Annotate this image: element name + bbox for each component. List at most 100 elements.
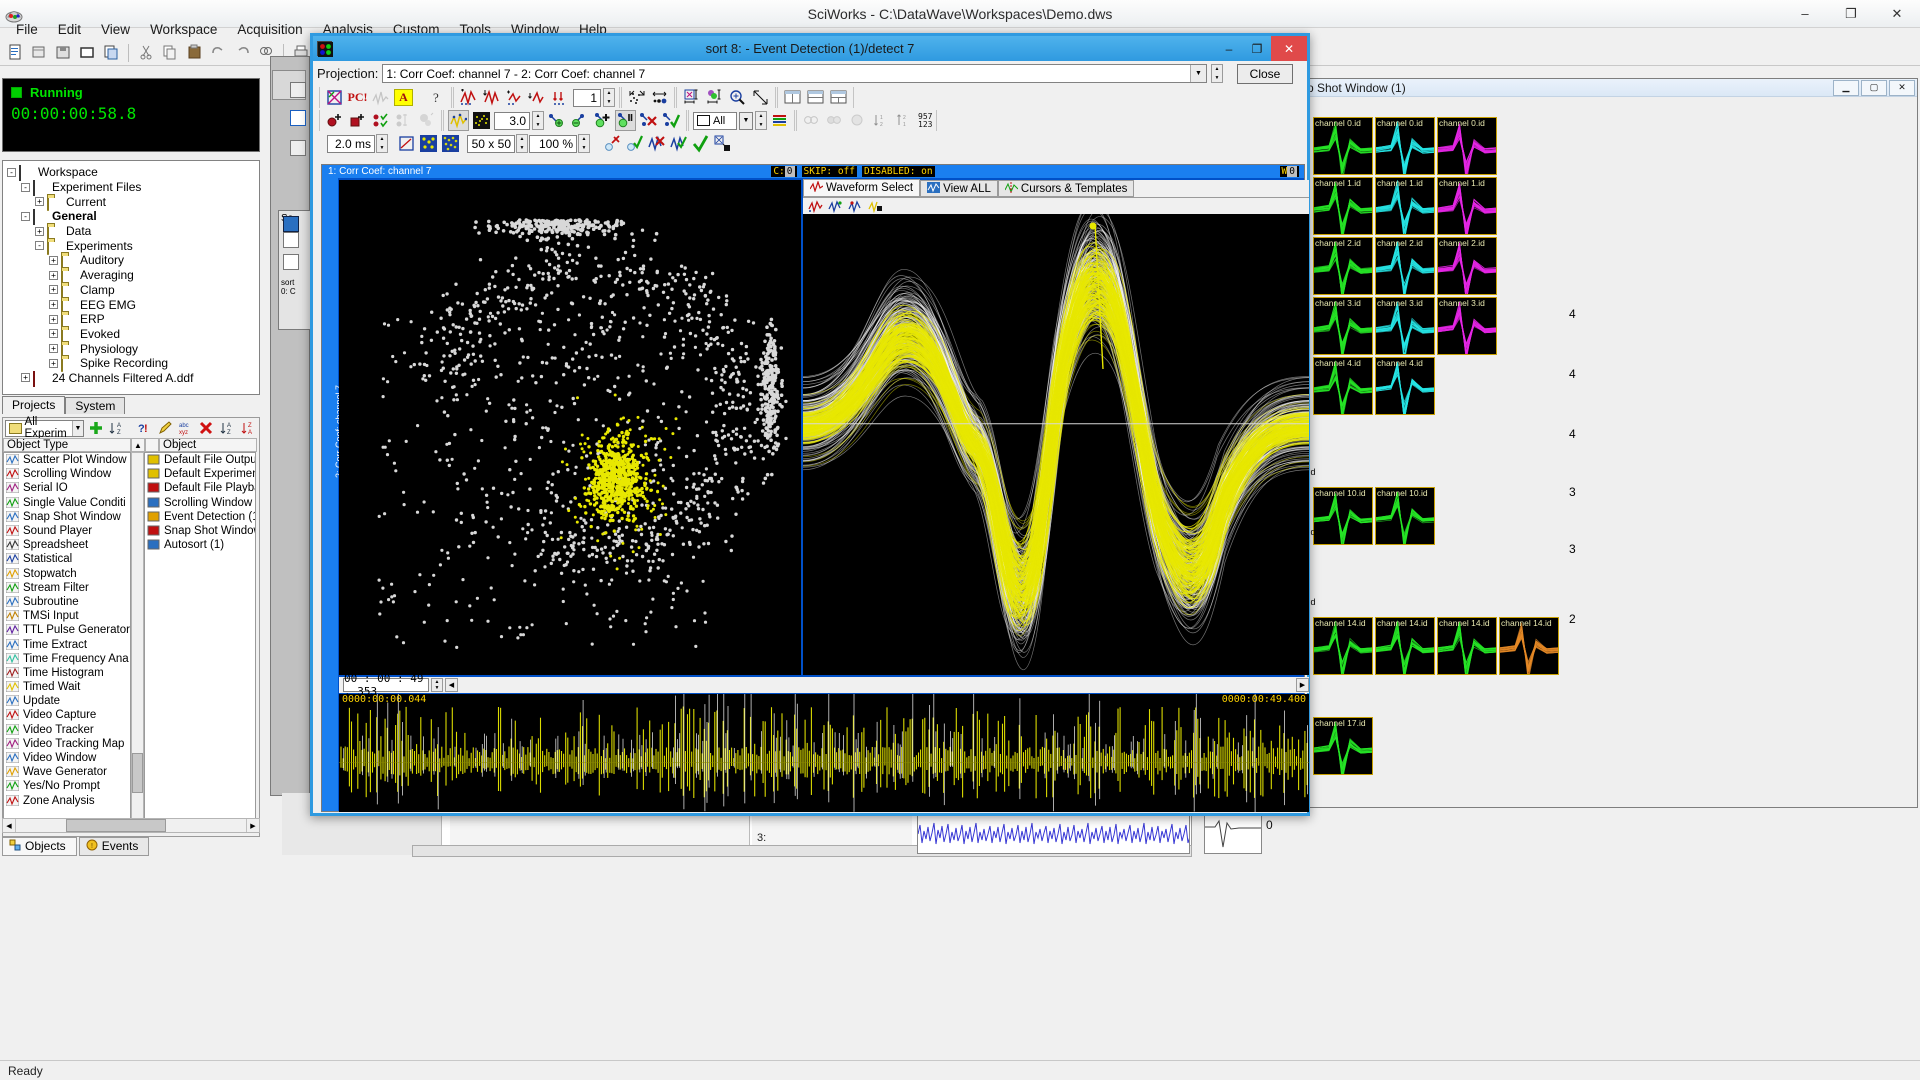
object-type-row[interactable]: Video Window — [4, 751, 130, 765]
copy-window-icon[interactable] — [100, 42, 122, 64]
check-icon[interactable] — [690, 133, 711, 154]
tree-node[interactable]: + EEG EMG — [7, 297, 259, 314]
object-type-list[interactable]: Scatter Plot Window Scrolling Window Seria… — [3, 452, 131, 830]
scatter-width-icon[interactable] — [649, 87, 670, 108]
object-type-row[interactable]: Scatter Plot Window — [4, 453, 130, 467]
add-square-icon[interactable] — [347, 110, 368, 131]
snapshot-cell[interactable]: channel 1.id — [1375, 177, 1435, 235]
wave-tool-export-icon[interactable] — [867, 199, 884, 214]
layout1-icon[interactable] — [782, 87, 803, 108]
open-file-icon[interactable] — [28, 42, 50, 64]
pc-matrix-icon[interactable] — [324, 87, 345, 108]
object-type-row[interactable]: TTL Pulse Generator — [4, 623, 130, 637]
tab-view-all[interactable]: View ALL — [920, 180, 998, 197]
scroll-left-arrow-icon[interactable]: ◀ — [3, 819, 16, 832]
collapse-icon[interactable]: - — [21, 211, 30, 221]
export-icon[interactable] — [712, 133, 733, 154]
tree-node[interactable]: - Experiments — [7, 238, 259, 255]
autosort-a-icon[interactable]: A — [393, 87, 414, 108]
object-type-row[interactable]: Statistical — [4, 552, 130, 566]
save-file-icon[interactable] — [52, 42, 74, 64]
sort-objects-button[interactable]: AZ — [107, 417, 126, 439]
current-time-field[interactable]: 00 : 00 : 49 . 353 — [343, 672, 429, 698]
cut-icon[interactable] — [135, 42, 157, 64]
object-browser-hscrollbar[interactable]: ◀ ▶ — [2, 818, 260, 833]
scatter-plot[interactable] — [339, 180, 801, 675]
object-type-row[interactable]: Single Value Conditi — [4, 496, 130, 510]
cluster-count-spinner[interactable]: ▲ ▼ — [603, 88, 615, 107]
dim-cluster-icon[interactable] — [416, 110, 437, 131]
unassign-icon[interactable] — [602, 133, 623, 154]
scroll-right-arrow-icon[interactable]: ▶ — [246, 819, 259, 832]
object-type-row[interactable]: Sound Player — [4, 524, 130, 538]
select-points-icon[interactable] — [370, 110, 391, 131]
tab-events[interactable]: ! Events — [78, 836, 150, 856]
snapshot-maximize-icon[interactable]: ▢ — [1861, 79, 1887, 96]
scatter-scale-icon[interactable] — [626, 87, 647, 108]
expand-icon[interactable]: + — [49, 285, 58, 295]
menu-file[interactable]: File — [6, 20, 48, 39]
tree-node[interactable]: + Auditory — [7, 253, 259, 270]
tree-node[interactable]: + Clamp — [7, 282, 259, 299]
snapshot-cell[interactable]: channel 10.id — [1313, 487, 1373, 545]
cluster-plus-icon[interactable] — [546, 110, 567, 131]
object-row[interactable]: Default File Output — [145, 453, 255, 467]
projection-spinner[interactable]: ▲ ▼ — [1211, 64, 1223, 83]
threshold-spinner[interactable]: ▲ ▼ — [532, 111, 544, 130]
grid-size-spinner[interactable]: ▲ ▼ — [516, 134, 528, 153]
snapshot-cell[interactable]: channel 2.id — [1437, 237, 1497, 295]
cluster-range-icon[interactable] — [704, 87, 725, 108]
tree-node[interactable]: + Current — [7, 194, 259, 211]
snapshot-cell[interactable]: channel 3.id — [1375, 297, 1435, 355]
snapshot-cell[interactable]: channel 4.id — [1313, 357, 1373, 415]
spike-add-icon[interactable] — [458, 87, 479, 108]
object-row[interactable]: Scrolling Window (1) — [145, 496, 255, 510]
snapshot-cell[interactable]: channel 10.id — [1375, 487, 1435, 545]
snapshot-grid[interactable]: channel 0.id channel 0.id channel 0.id chan… — [1301, 97, 1917, 807]
layout3-icon[interactable] — [828, 87, 849, 108]
snapshot-minimize-icon[interactable]: ▁ — [1833, 79, 1859, 96]
spike-multi-icon[interactable] — [550, 87, 571, 108]
sort-order-2-icon[interactable]: 21 — [893, 110, 914, 131]
snapshot-cell[interactable]: channel 4.id — [1375, 357, 1435, 415]
tree-node[interactable]: +24 Channels Filtered A.ddf — [7, 370, 259, 387]
time-prev-arrow-icon[interactable]: ◀ — [445, 678, 458, 692]
expand-icon[interactable]: + — [49, 344, 58, 354]
stat-dim3-icon[interactable] — [847, 110, 868, 131]
cluster-filter-chevron-down-icon[interactable]: ▼ — [739, 111, 753, 130]
wave-reject-icon[interactable] — [646, 133, 667, 154]
expand-icon[interactable]: + — [49, 270, 58, 280]
collapse-icon[interactable]: - — [7, 167, 16, 177]
tree-node[interactable]: - General — [7, 209, 259, 226]
snapshot-cell[interactable]: channel 14.id — [1313, 617, 1373, 675]
object-type-row[interactable]: Stream Filter — [4, 581, 130, 595]
object-type-row[interactable]: Update — [4, 694, 130, 708]
tree-node[interactable]: - Workspace — [7, 165, 259, 182]
tab-waveform-select[interactable]: Waveform Select — [803, 179, 921, 197]
copy-icon[interactable] — [159, 42, 181, 64]
object-row[interactable]: Default Experiment Co... — [145, 467, 255, 481]
density2-icon[interactable] — [440, 133, 461, 154]
properties-button[interactable]: ?! — [135, 417, 154, 439]
expand-icon[interactable] — [750, 87, 771, 108]
scrollbar-thumb[interactable] — [132, 753, 143, 793]
object-type-row[interactable]: Time Extract — [4, 637, 130, 651]
stat-dim2-icon[interactable] — [824, 110, 845, 131]
snapshot-cell[interactable]: channel 17.id — [1313, 717, 1373, 775]
wave-accept-icon[interactable] — [668, 133, 689, 154]
zoom-icon[interactable] — [727, 87, 748, 108]
expand-icon[interactable]: + — [49, 358, 58, 368]
color-legend-icon[interactable] — [769, 110, 790, 131]
object-type-row[interactable]: Snap Shot Window — [4, 510, 130, 524]
wave-tool-2-icon[interactable] — [827, 199, 844, 214]
workspace-tree[interactable]: - Workspace - Experiment Files + Current - Gene… — [2, 160, 260, 395]
object-row[interactable]: Autosort (1) — [145, 538, 255, 552]
cluster-delete-icon[interactable] — [638, 110, 659, 131]
layout2-icon[interactable] — [805, 87, 826, 108]
expand-icon[interactable]: + — [35, 197, 44, 207]
snapshot-cell[interactable]: channel 2.id — [1313, 237, 1373, 295]
time-spinner[interactable]: ▲ ▼ — [431, 678, 443, 692]
background-window-left[interactable] — [270, 56, 310, 796]
tree-node[interactable]: + Evoked — [7, 326, 259, 343]
menu-edit[interactable]: Edit — [48, 20, 91, 39]
